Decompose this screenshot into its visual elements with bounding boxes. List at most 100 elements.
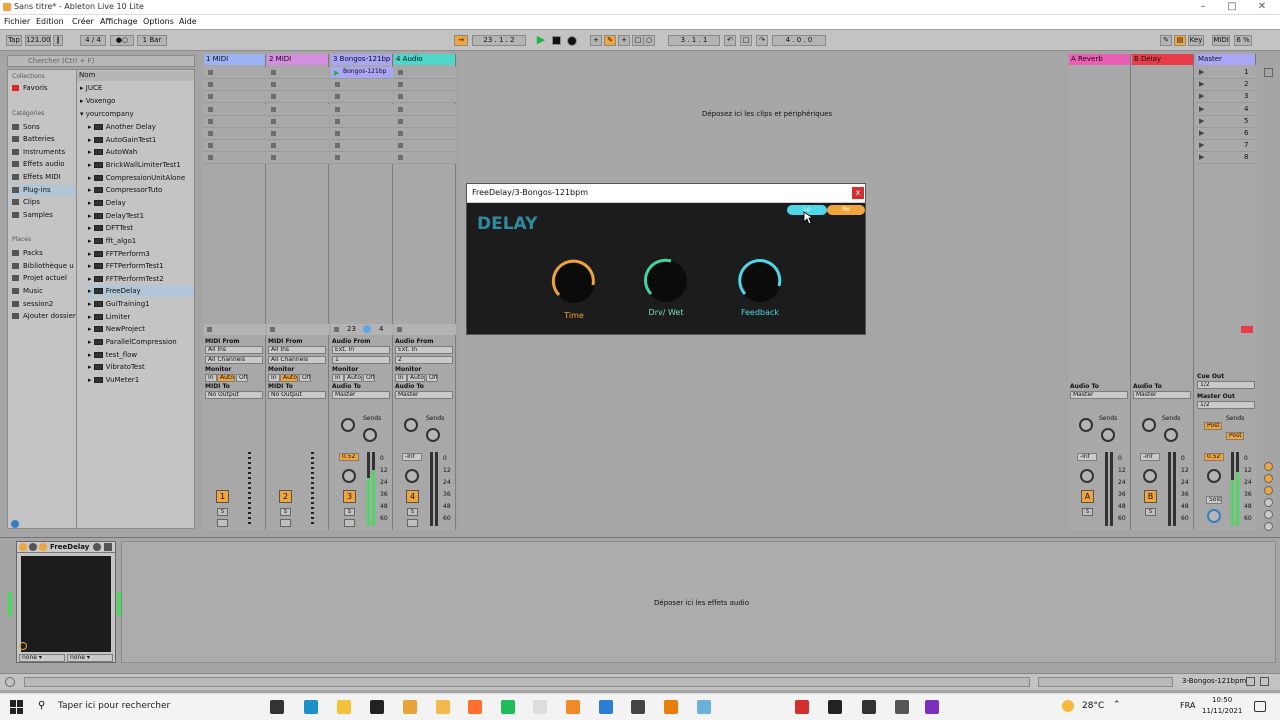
solo-button[interactable]: S	[1145, 508, 1156, 516]
send-b-knob[interactable]	[1164, 428, 1178, 442]
file-delay[interactable]: ▸ Delay	[88, 197, 202, 209]
place-bibliotheque[interactable]: Bibliothèque u	[12, 261, 76, 272]
clip-stop-icon[interactable]	[398, 106, 403, 112]
file-compressionunitalone[interactable]: ▸ CompressionUnitAlone	[88, 172, 202, 184]
clip-slot[interactable]	[267, 67, 329, 79]
clip-slot[interactable]	[394, 79, 456, 92]
scene-launch[interactable]: ▶ 3	[1196, 91, 1256, 104]
arm-button[interactable]	[407, 519, 418, 527]
file-another-delay[interactable]: ▸ Another Delay	[88, 121, 202, 133]
info-icon[interactable]	[11, 520, 19, 528]
re-button[interactable]: Re	[827, 205, 865, 215]
files-icon[interactable]	[697, 700, 711, 714]
file-newproject[interactable]: ▸ NewProject	[88, 323, 202, 335]
minimize-icon[interactable]: –	[1193, 1, 1213, 12]
monitor-off-button[interactable]: Off	[236, 374, 248, 382]
notes-icon[interactable]	[862, 700, 876, 714]
return-activator-button[interactable]: B	[1144, 490, 1157, 503]
master-out-select[interactable]: 1/2	[1197, 401, 1255, 409]
file-fftperformtest2[interactable]: ▸ FFTPerformTest2	[88, 273, 202, 285]
tempo-field[interactable]: 121.00	[25, 35, 51, 46]
solo-button[interactable]: S	[217, 508, 228, 516]
pycharm-icon[interactable]	[501, 700, 515, 714]
device-fold-icon[interactable]	[29, 543, 37, 551]
track-activator-button[interactable]: 4	[406, 490, 419, 503]
return-header[interactable]: A Reverb	[1069, 54, 1131, 65]
scene-launch[interactable]: ▶ 8	[1196, 152, 1256, 165]
weather-temp[interactable]: 28°C	[1082, 701, 1104, 711]
clip-slot[interactable]	[204, 67, 266, 79]
scene-play-icon[interactable]: ▶	[1199, 141, 1204, 149]
input-select[interactable]: All Ins	[268, 346, 326, 354]
file-autowah[interactable]: ▸ AutoWah	[88, 146, 202, 158]
clip-slot[interactable]	[394, 152, 456, 165]
audio-effects-drop-zone[interactable]: Déposer ici les effets audio	[121, 541, 1276, 663]
return-activator-button[interactable]: A	[1081, 490, 1094, 503]
unity-icon[interactable]	[895, 700, 909, 714]
stop-clips-icon[interactable]	[207, 327, 212, 332]
device-header[interactable]: FreeDelay	[17, 542, 115, 553]
track-header[interactable]: 4 Audio	[394, 54, 456, 65]
windows-start-icon[interactable]	[10, 700, 24, 714]
tray-chevron-icon[interactable]: ⌃	[1113, 700, 1121, 710]
clip-slot[interactable]	[394, 140, 456, 153]
clip-slot[interactable]	[204, 91, 266, 104]
app-icon[interactable]	[631, 700, 645, 714]
language-indicator[interactable]: FRA	[1180, 701, 1195, 710]
send-a-knob[interactable]	[341, 418, 355, 432]
clip-slot[interactable]	[331, 103, 393, 116]
pan-knob[interactable]	[1143, 469, 1157, 483]
clip-stop-icon[interactable]	[335, 82, 340, 88]
monitor-in-button[interactable]: In	[332, 374, 344, 382]
clip-stop-icon[interactable]	[398, 82, 403, 88]
notification-icon[interactable]	[1254, 701, 1266, 712]
preview-volume-knob[interactable]	[1207, 509, 1221, 523]
automation-arm-icon[interactable]: ✎	[604, 35, 616, 46]
clip-stop-icon[interactable]	[335, 106, 340, 112]
scene-launch[interactable]: ▶ 2	[1196, 79, 1256, 92]
edge-icon[interactable]	[304, 700, 318, 714]
clip-stop-icon[interactable]	[208, 131, 213, 136]
file-test-flow[interactable]: ▸ test_flow	[88, 349, 202, 361]
category-plug-ins[interactable]: Plug-ins	[12, 185, 76, 196]
menu-aide[interactable]: Aide	[179, 17, 197, 26]
clip-slot[interactable]	[204, 103, 266, 116]
mixer-section-toggle-icon[interactable]	[1264, 522, 1273, 531]
device-on-icon[interactable]	[19, 543, 27, 551]
place-packs[interactable]: Packs	[12, 248, 76, 259]
monitor-auto-button[interactable]: Auto	[280, 374, 298, 382]
opera-icon[interactable]	[795, 700, 809, 714]
clip-stop-icon[interactable]	[335, 118, 340, 124]
folder-yourcompany[interactable]: ▾ yourcompany	[80, 108, 194, 120]
menu-options[interactable]: Options	[143, 17, 174, 26]
clip-stop-icon[interactable]	[271, 131, 276, 136]
master-header[interactable]: Master	[1196, 54, 1256, 65]
clip-stop-icon[interactable]	[335, 131, 340, 136]
clip-stop-icon[interactable]	[335, 94, 340, 100]
blender-icon[interactable]	[664, 700, 678, 714]
record-icon[interactable]	[567, 36, 577, 46]
place-ajouter-dossier[interactable]: Ajouter dossier	[12, 311, 76, 322]
view-toggle-icon[interactable]	[1246, 677, 1255, 686]
device-select-2[interactable]: none ▾	[67, 654, 113, 662]
sublime-icon[interactable]	[566, 700, 580, 714]
clip-stop-icon[interactable]	[271, 94, 276, 100]
place-music[interactable]: Music	[12, 286, 76, 297]
time-signature[interactable]: 4 / 4	[80, 35, 106, 46]
loop-length[interactable]: 4 . 0 . 0	[772, 35, 826, 46]
clip-stop-icon[interactable]	[398, 70, 403, 75]
monitor-auto-button[interactable]: Auto	[407, 374, 425, 382]
mixer-section-toggle-icon[interactable]	[1264, 474, 1273, 483]
taskbar-search[interactable]: Taper ici pour rechercher	[58, 701, 170, 711]
menu-edition[interactable]: Edition	[36, 17, 64, 26]
file-autogaintest1[interactable]: ▸ AutoGainTest1	[88, 134, 202, 146]
loop-switch-icon[interactable]: □	[740, 35, 752, 46]
clip-stop-icon[interactable]	[335, 155, 340, 161]
clip-play-icon[interactable]: ▶	[334, 69, 339, 77]
stop-icon[interactable]	[552, 36, 561, 45]
plugin-title-bar[interactable]: FreeDelay/3-Bongos-121bpm x	[467, 184, 865, 203]
track-activator-button[interactable]: 2	[279, 490, 292, 503]
clock-time[interactable]: 10:50	[1212, 696, 1232, 704]
detail-toggle-icon[interactable]	[1260, 677, 1269, 686]
clip-stop-icon[interactable]	[398, 118, 403, 124]
